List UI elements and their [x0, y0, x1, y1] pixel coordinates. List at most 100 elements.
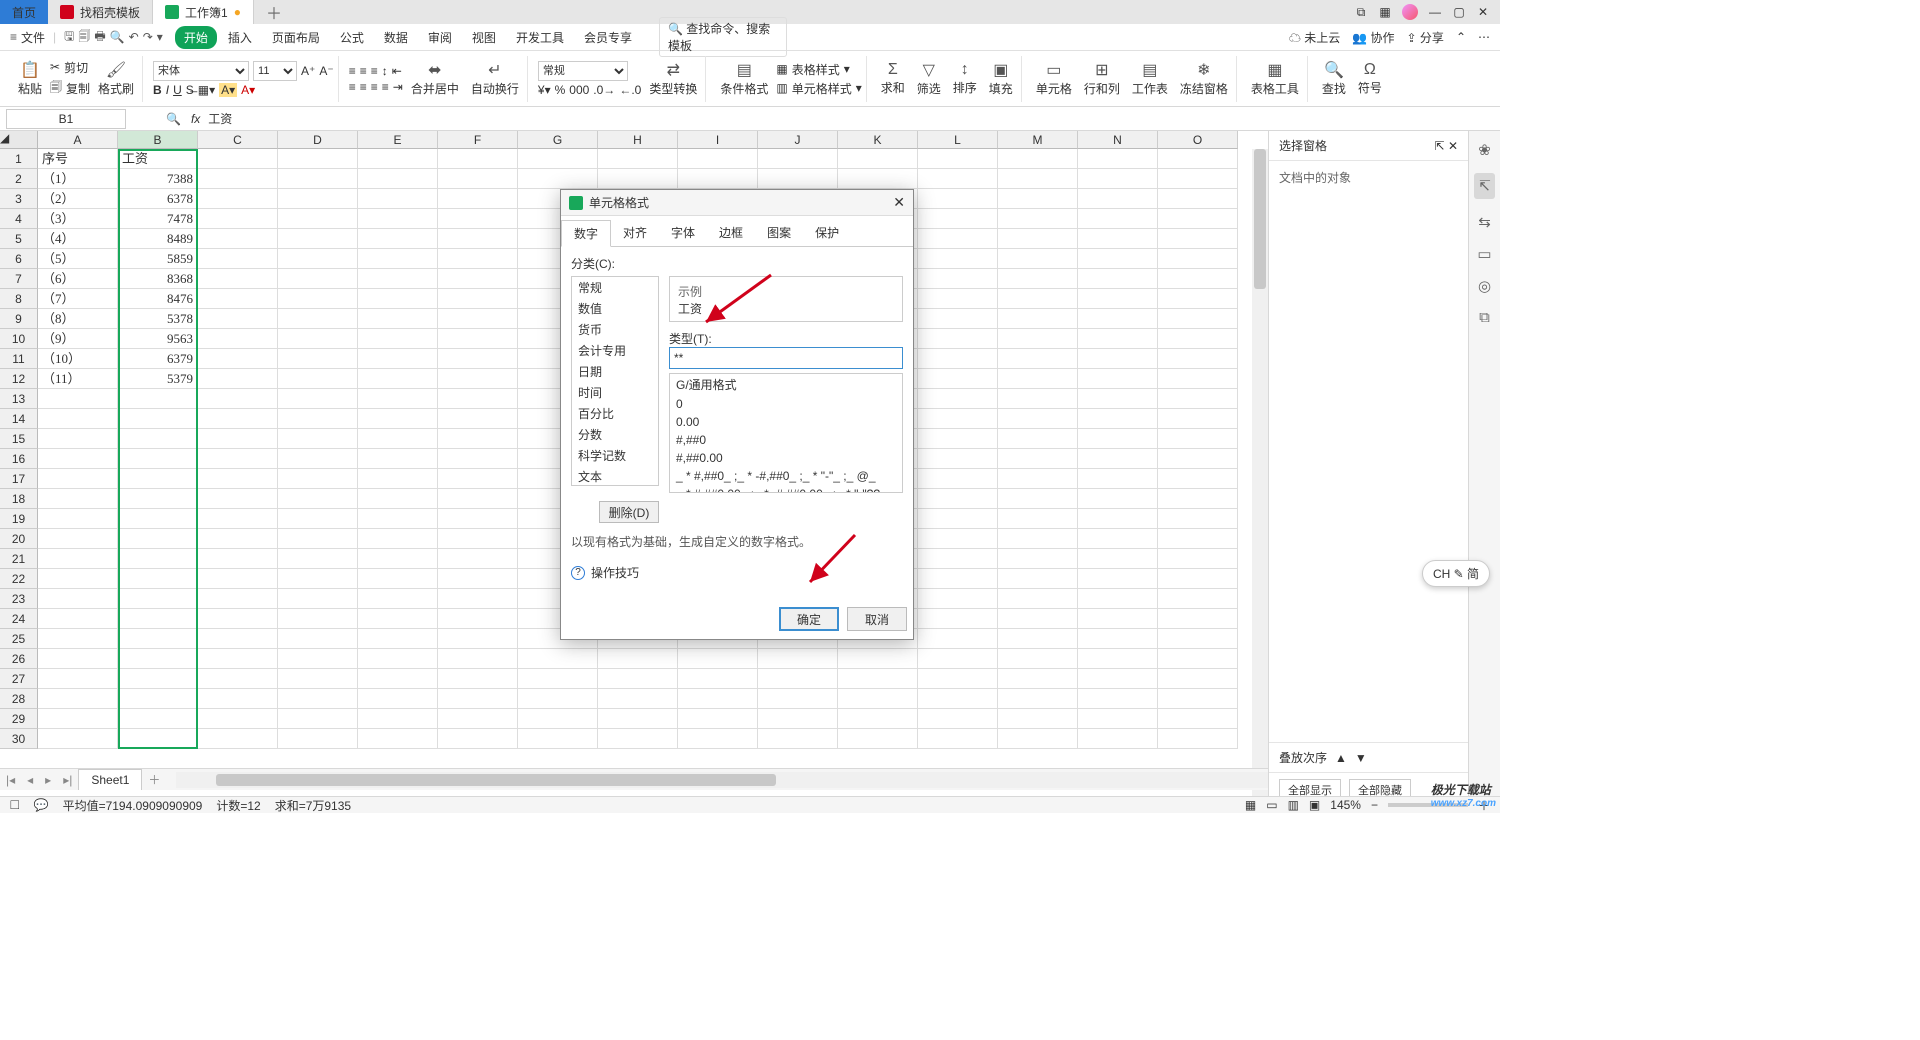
- cell[interactable]: [1078, 349, 1158, 369]
- cell[interactable]: [118, 629, 198, 649]
- cell[interactable]: [1078, 409, 1158, 429]
- save-icon[interactable]: 🖫: [64, 27, 74, 48]
- col-header[interactable]: M: [998, 131, 1078, 149]
- cell[interactable]: 9563: [118, 329, 198, 349]
- cell[interactable]: [118, 409, 198, 429]
- cell[interactable]: [1078, 369, 1158, 389]
- cell[interactable]: [118, 429, 198, 449]
- cell[interactable]: [1158, 249, 1238, 269]
- cell[interactable]: [918, 369, 998, 389]
- ribbon-tab-start[interactable]: 开始: [175, 26, 217, 49]
- cell[interactable]: [1078, 489, 1158, 509]
- cell[interactable]: [998, 569, 1078, 589]
- cell[interactable]: [1158, 449, 1238, 469]
- cell[interactable]: [518, 169, 598, 189]
- close-button[interactable]: ✕: [1476, 5, 1490, 19]
- row-header[interactable]: 19: [0, 509, 38, 529]
- add-sheet-button[interactable]: ＋: [142, 771, 166, 788]
- type-item[interactable]: 0: [670, 395, 902, 413]
- number-format-select[interactable]: 常规: [538, 61, 628, 81]
- row-header[interactable]: 27: [0, 669, 38, 689]
- cell[interactable]: [918, 229, 998, 249]
- cell[interactable]: [438, 369, 518, 389]
- minimize-button[interactable]: —: [1428, 5, 1442, 19]
- col-header[interactable]: E: [358, 131, 438, 149]
- cell[interactable]: [198, 289, 278, 309]
- cell[interactable]: [438, 549, 518, 569]
- paste-button[interactable]: 📋粘贴: [14, 56, 46, 102]
- cell[interactable]: [358, 209, 438, 229]
- cell[interactable]: [918, 249, 998, 269]
- cell[interactable]: [278, 169, 358, 189]
- type-convert-button[interactable]: ⇄类型转换: [645, 56, 701, 102]
- redo-icon[interactable]: ↷: [143, 30, 153, 44]
- cell[interactable]: [438, 709, 518, 729]
- cell[interactable]: [998, 249, 1078, 269]
- cell[interactable]: [38, 509, 118, 529]
- cell[interactable]: [598, 669, 678, 689]
- save-as-icon[interactable]: 🗐: [78, 27, 90, 48]
- cell[interactable]: [358, 529, 438, 549]
- category-item[interactable]: 百分比: [572, 403, 658, 424]
- cell[interactable]: [678, 649, 758, 669]
- cell[interactable]: [838, 169, 918, 189]
- view-page-icon[interactable]: ▭: [1266, 798, 1277, 812]
- sheet-tab[interactable]: Sheet1: [78, 769, 142, 790]
- apps-icon[interactable]: ▦: [1378, 5, 1392, 19]
- rail-comment-icon[interactable]: ▭: [1477, 245, 1491, 263]
- cell[interactable]: [438, 489, 518, 509]
- row-header[interactable]: 17: [0, 469, 38, 489]
- undo-icon[interactable]: ↶: [129, 30, 139, 44]
- cell[interactable]: [998, 549, 1078, 569]
- cell[interactable]: 序号: [38, 149, 118, 169]
- cell[interactable]: [438, 389, 518, 409]
- cell[interactable]: [278, 429, 358, 449]
- cell[interactable]: [198, 609, 278, 629]
- cell[interactable]: [838, 709, 918, 729]
- cloud-status[interactable]: ☁ 未上云: [1289, 29, 1340, 46]
- merge-center-button[interactable]: ⬌合并居中: [407, 56, 463, 102]
- cell[interactable]: [998, 169, 1078, 189]
- cell[interactable]: [118, 469, 198, 489]
- cell[interactable]: [118, 729, 198, 749]
- cell[interactable]: [918, 489, 998, 509]
- col-header[interactable]: A: [38, 131, 118, 149]
- row-header[interactable]: 13: [0, 389, 38, 409]
- cell[interactable]: [278, 189, 358, 209]
- cell[interactable]: [358, 169, 438, 189]
- cell[interactable]: [358, 269, 438, 289]
- horizontal-scrollbar[interactable]: [176, 772, 1268, 788]
- cell[interactable]: [278, 409, 358, 429]
- cell[interactable]: [1078, 449, 1158, 469]
- cell[interactable]: [758, 169, 838, 189]
- cell[interactable]: [38, 649, 118, 669]
- cell[interactable]: [198, 589, 278, 609]
- cell[interactable]: [358, 649, 438, 669]
- cell[interactable]: [918, 509, 998, 529]
- col-header[interactable]: C: [198, 131, 278, 149]
- zoom-out-icon[interactable]: −: [1371, 798, 1378, 812]
- cell[interactable]: [1078, 289, 1158, 309]
- align-center-icon[interactable]: ≡: [360, 80, 367, 94]
- cell[interactable]: [118, 569, 198, 589]
- cell[interactable]: [118, 709, 198, 729]
- col-header[interactable]: B: [118, 131, 198, 149]
- category-item[interactable]: 会计专用: [572, 340, 658, 361]
- cell[interactable]: [198, 529, 278, 549]
- cell[interactable]: [358, 509, 438, 529]
- category-item[interactable]: 数值: [572, 298, 658, 319]
- cell[interactable]: [918, 569, 998, 589]
- row-header[interactable]: 9: [0, 309, 38, 329]
- cell[interactable]: [198, 709, 278, 729]
- cell[interactable]: [358, 349, 438, 369]
- cell[interactable]: （2）: [38, 189, 118, 209]
- row-header[interactable]: 22: [0, 569, 38, 589]
- cell[interactable]: [1158, 549, 1238, 569]
- cell[interactable]: 8476: [118, 289, 198, 309]
- cell[interactable]: [358, 569, 438, 589]
- font-size-select[interactable]: 11: [253, 61, 297, 81]
- cell[interactable]: [1158, 349, 1238, 369]
- category-item[interactable]: 常规: [572, 277, 658, 298]
- cell[interactable]: [438, 169, 518, 189]
- cell[interactable]: [278, 449, 358, 469]
